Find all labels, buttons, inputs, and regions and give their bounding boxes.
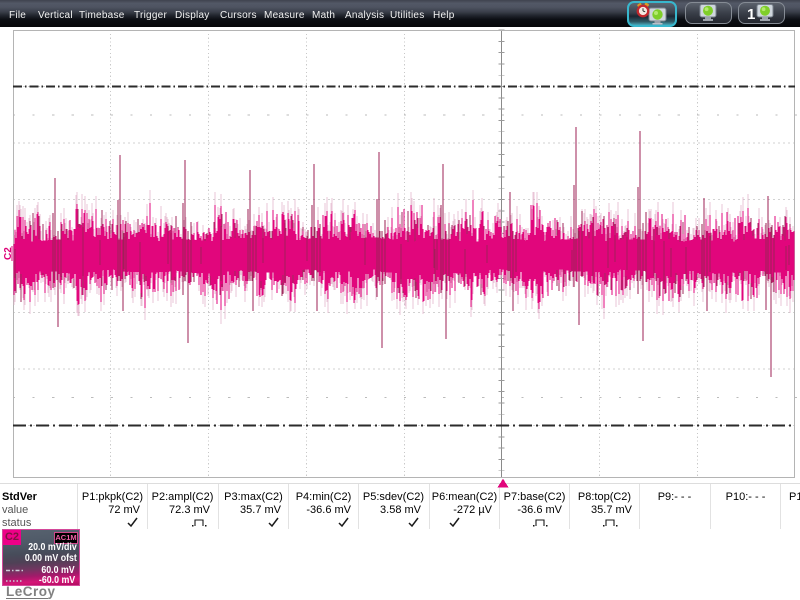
svg-text:1: 1 (747, 6, 755, 23)
